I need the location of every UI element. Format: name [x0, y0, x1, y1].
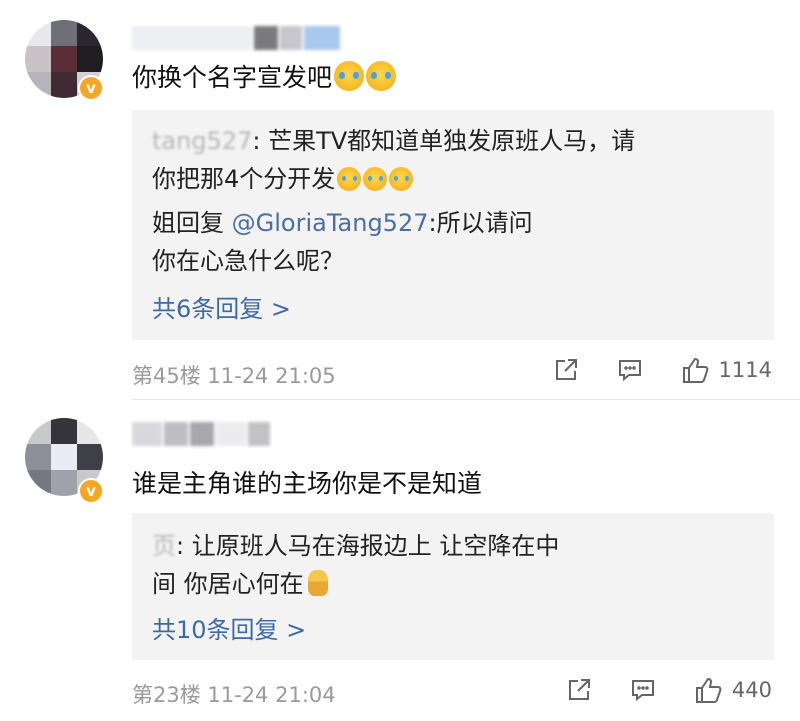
reply-author[interactable]: tang527: [152, 127, 252, 155]
reply-item[interactable]: tang527: 芒果TV都知道单独发原班人马，请 你把那4个分开发: [152, 122, 752, 198]
mention-link[interactable]: @GloriaTang527: [232, 209, 429, 237]
comment-text: 你换个名字宣发吧: [132, 60, 397, 96]
share-icon: [555, 359, 577, 380]
comment-icon: [618, 360, 641, 382]
more-replies-link[interactable]: 共10条回复 >: [152, 615, 306, 645]
crying-face-emoji: [366, 61, 397, 91]
share-button[interactable]: [553, 357, 579, 383]
reply-author[interactable]: 页: [152, 532, 176, 560]
like-count: 440: [731, 678, 772, 702]
comment-button[interactable]: [630, 677, 656, 703]
reply-item[interactable]: 姐回复 @GloriaTang527:所以请问 你在心急什么呢？: [152, 204, 752, 280]
like-button[interactable]: 440: [694, 676, 772, 704]
like-count: 1114: [718, 358, 772, 382]
reply-author[interactable]: 姐: [152, 209, 176, 237]
replies-box[interactable]: 页: 让原班人马在海报边上 让空降在中 间 你居心何在 共10条回复 >: [132, 513, 774, 660]
comment-text: 谁是主角谁的主场你是不是知道: [132, 469, 483, 498]
username[interactable]: [132, 422, 282, 446]
verified-badge-icon: v: [78, 478, 104, 504]
crying-face-emoji: [389, 167, 414, 191]
like-button[interactable]: 1114: [681, 356, 772, 384]
comment-icon: [631, 680, 654, 702]
comment-meta: 第45楼 11-24 21:05: [132, 364, 336, 388]
comment-button[interactable]: [617, 357, 643, 383]
crying-face-emoji: [334, 61, 365, 91]
username[interactable]: [132, 26, 347, 50]
share-button[interactable]: [566, 677, 592, 703]
reply-item[interactable]: 页: 让原班人马在海报边上 让空降在中 间 你居心何在: [152, 527, 752, 603]
replies-box[interactable]: tang527: 芒果TV都知道单独发原班人马，请 你把那4个分开发 姐回复 @…: [132, 110, 774, 340]
thumbs-up-icon: [682, 357, 708, 383]
figure-emoji: [307, 570, 328, 596]
crying-face-emoji: [363, 167, 388, 191]
thumbs-up-icon: [695, 677, 722, 703]
share-icon: [568, 679, 590, 700]
crying-face-emoji: [337, 167, 362, 191]
verified-badge-icon: v: [78, 75, 104, 101]
comment-item: v 谁是主角谁的主场你是不是知道 页: 让原班人马在海报边上 让空降在中 间 你…: [0, 400, 800, 721]
comment-item: v 你换个名字宣发吧 tang527: 芒果TV都知道单独发原班人马，请 你把那…: [0, 0, 800, 400]
more-replies-link[interactable]: 共6条回复 >: [152, 294, 291, 324]
action-bar: 440: [528, 676, 772, 704]
action-bar: 1114: [515, 356, 772, 384]
comment-meta: 第23楼 11-24 21:04: [132, 683, 336, 707]
